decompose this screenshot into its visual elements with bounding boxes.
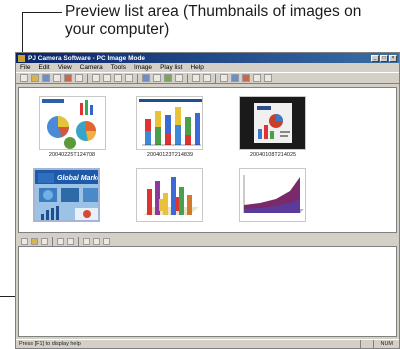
- toolbar-separator: [87, 73, 88, 83]
- app-icon: [18, 54, 25, 62]
- close-button[interactable]: ×: [389, 54, 397, 62]
- next-icon[interactable]: [203, 74, 211, 82]
- status-cell-empty: [360, 340, 373, 348]
- minimize-button[interactable]: _: [371, 54, 379, 62]
- zoom-in-icon[interactable]: [92, 74, 100, 82]
- playlist-pane[interactable]: [18, 246, 397, 337]
- title-bar: PJ Camera Software - PC Image Mode _ □ ×: [16, 53, 399, 63]
- toolbar-button-11[interactable]: [142, 74, 150, 82]
- move-icon[interactable]: [83, 237, 90, 245]
- menu-help[interactable]: Help: [190, 64, 203, 71]
- preview-list-area[interactable]: 20040225T124708 20040123T214839 20040108…: [18, 87, 397, 233]
- toolbar-button-1[interactable]: [20, 74, 28, 82]
- toolbar-button-3[interactable]: [42, 74, 50, 82]
- menu-file[interactable]: File: [20, 64, 30, 71]
- thumbnail-3[interactable]: [239, 96, 306, 150]
- previous-icon[interactable]: [192, 74, 200, 82]
- new-icon[interactable]: [21, 237, 28, 245]
- main-toolbar: [16, 72, 399, 84]
- toolbar-button-18[interactable]: [231, 74, 239, 82]
- menu-tools[interactable]: Tools: [111, 64, 126, 71]
- callout-leader-horizontal: [22, 12, 62, 13]
- toolbar-button-14[interactable]: [175, 74, 183, 82]
- toolbar-separator: [52, 236, 53, 246]
- thumbnail-5[interactable]: [136, 168, 203, 222]
- menu-edit[interactable]: Edit: [38, 64, 49, 71]
- thumbnail-2-image: [139, 99, 202, 146]
- thumbnail-5-image: [143, 177, 199, 215]
- save-icon[interactable]: [41, 237, 48, 245]
- menu-play-list[interactable]: Play list: [160, 64, 182, 71]
- cut-icon[interactable]: [57, 237, 64, 245]
- thumbnail-4-image: Global Market: [35, 170, 100, 220]
- playlist-toolbar: [18, 236, 397, 246]
- thumbnail-4[interactable]: Global Market: [33, 168, 100, 222]
- callout-label: Preview list area (Thumbnails of images …: [65, 3, 362, 38]
- toolbar-separator: [215, 73, 216, 83]
- svg-text:Global Market: Global Market: [57, 175, 100, 182]
- play-icon[interactable]: [103, 237, 110, 245]
- menu-camera[interactable]: Camera: [80, 64, 103, 71]
- toolbar-separator: [78, 236, 79, 246]
- delete-icon[interactable]: [67, 237, 74, 245]
- sort-icon[interactable]: [93, 237, 100, 245]
- thumbnail-1[interactable]: [39, 96, 106, 150]
- maximize-button[interactable]: □: [380, 54, 388, 62]
- menu-view[interactable]: View: [58, 64, 72, 71]
- thumbnail-6-image: [243, 175, 304, 213]
- toolbar-button-5[interactable]: [64, 74, 72, 82]
- thumbnail-2-caption: 20040123T214839: [146, 152, 194, 158]
- thumbnail-1-image: [42, 99, 97, 149]
- menu-bar: File Edit View Camera Tools Image Play l…: [16, 63, 399, 72]
- menu-image[interactable]: Image: [134, 64, 152, 71]
- thumbnail-6[interactable]: [239, 168, 306, 222]
- status-bar: Press [F1] to display help NUM: [16, 339, 399, 348]
- thumbnail-2[interactable]: [136, 96, 203, 150]
- toolbar-button-2[interactable]: [31, 74, 39, 82]
- thumbnail-3-image: [240, 97, 305, 149]
- toolbar-separator: [137, 73, 138, 83]
- open-icon[interactable]: [31, 237, 38, 245]
- status-num-indicator: NUM: [373, 340, 399, 348]
- thumbnail-1-caption: 20040225T124708: [48, 152, 96, 158]
- toolbar-button-6[interactable]: [75, 74, 83, 82]
- thumbnail-3-caption: 20040108T214025: [249, 152, 297, 158]
- toolbar-button-4[interactable]: [53, 74, 61, 82]
- app-window: PJ Camera Software - PC Image Mode _ □ ×…: [15, 52, 400, 349]
- toolbar-button-13[interactable]: [164, 74, 172, 82]
- toolbar-button-20[interactable]: [253, 74, 261, 82]
- toolbar-button-12[interactable]: [153, 74, 161, 82]
- window-title: PJ Camera Software - PC Image Mode: [28, 54, 146, 62]
- status-message: Press [F1] to display help: [19, 341, 81, 347]
- toolbar-button-19[interactable]: [242, 74, 250, 82]
- fit-icon[interactable]: [125, 74, 133, 82]
- toolbar-button-17[interactable]: [220, 74, 228, 82]
- hand-icon[interactable]: [114, 74, 122, 82]
- zoom-out-icon[interactable]: [103, 74, 111, 82]
- toolbar-separator: [187, 73, 188, 83]
- toolbar-button-21[interactable]: [264, 74, 272, 82]
